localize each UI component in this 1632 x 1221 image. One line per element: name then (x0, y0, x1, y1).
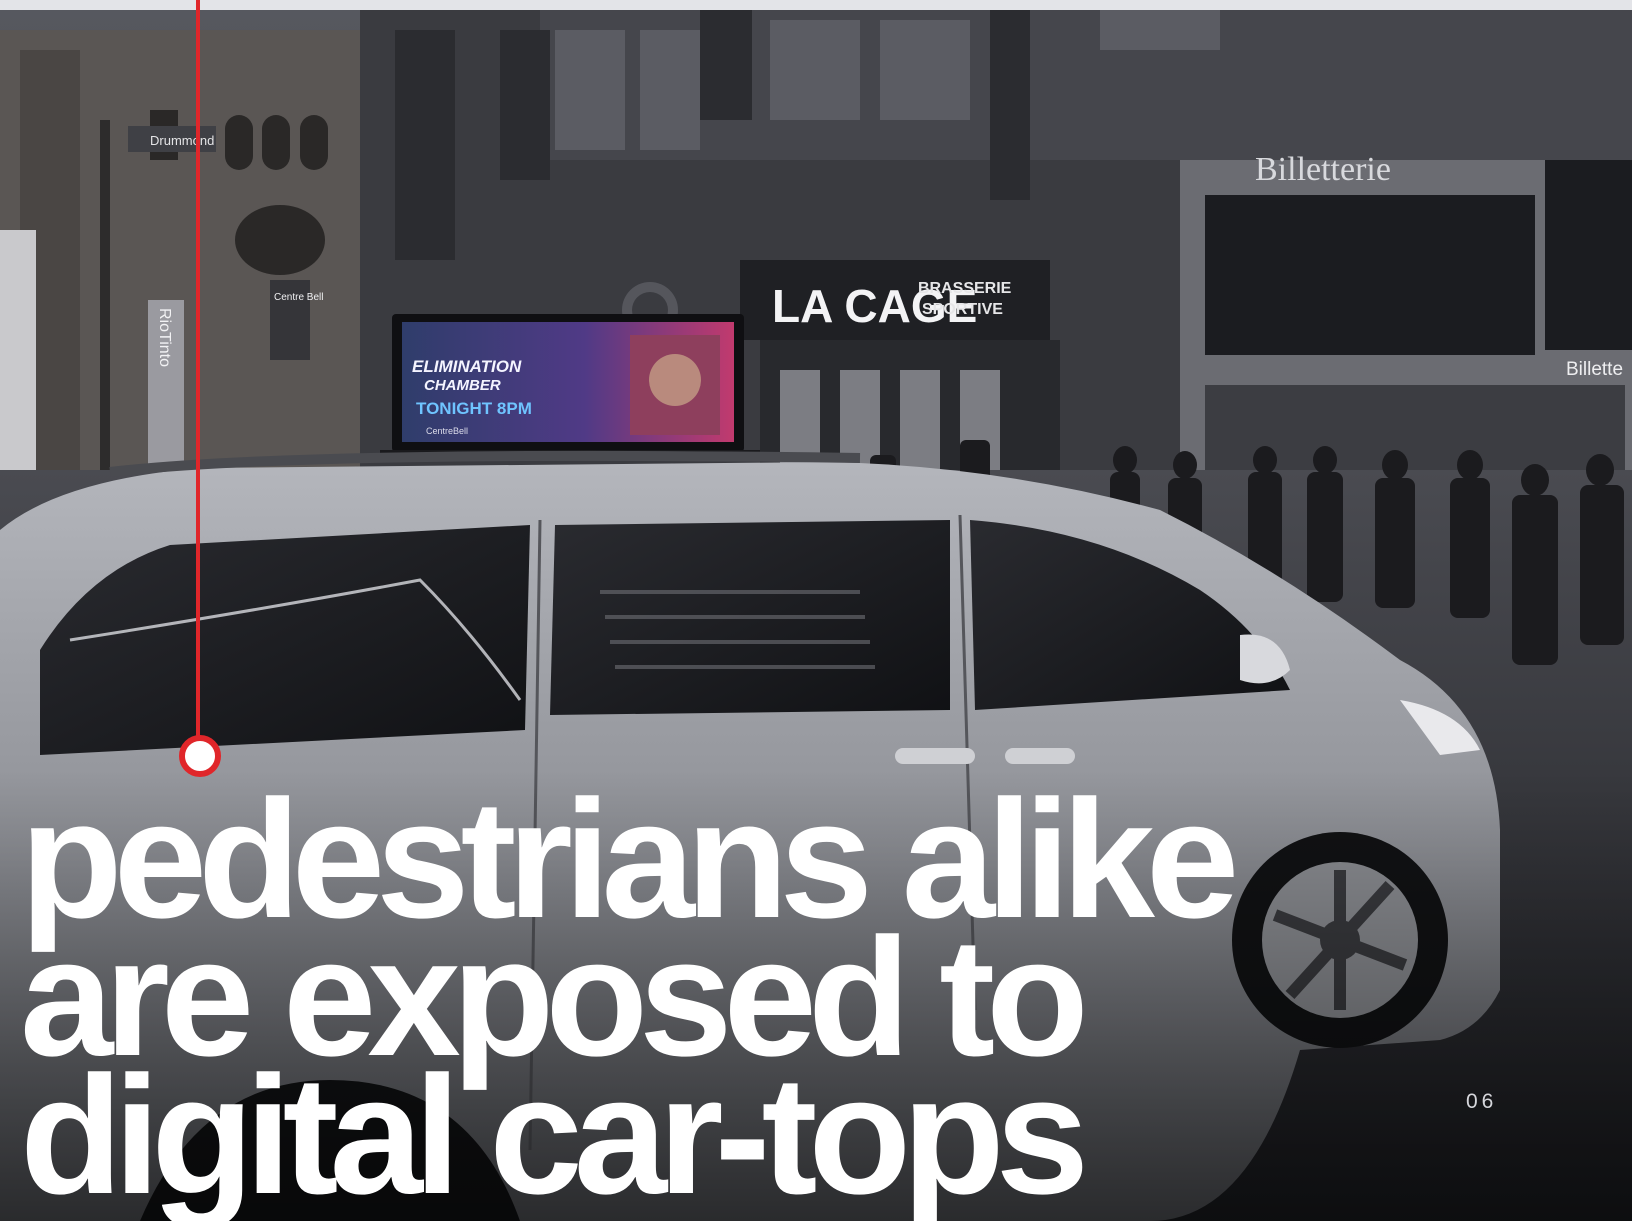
svg-text:Billetterie: Billetterie (1255, 151, 1391, 188)
svg-text:BRASSERIE: BRASSERIE (918, 280, 1012, 297)
top-strip (0, 0, 1632, 10)
callout-line (196, 0, 200, 740)
svg-text:CHAMBER: CHAMBER (424, 377, 501, 394)
svg-text:Centre Bell: Centre Bell (274, 292, 323, 303)
headline: pedestrians alike are exposed to digital… (20, 775, 1239, 1221)
svg-text:SPORTIVE: SPORTIVE (922, 301, 1003, 318)
svg-text:RioTinto: RioTinto (156, 308, 173, 367)
headline-line-3: digital car-tops (20, 1041, 1089, 1221)
svg-text:Billette: Billette (1566, 359, 1623, 380)
svg-text:Drummond: Drummond (150, 133, 214, 148)
slide: Drummond RioTinto Centre Bell LA CAGE BR… (0, 0, 1632, 1221)
page-number: 06 (1466, 1090, 1498, 1113)
svg-text:CentreBell: CentreBell (426, 426, 468, 436)
svg-text:TONIGHT 8PM: TONIGHT 8PM (416, 399, 532, 418)
svg-text:ELIMINATION: ELIMINATION (412, 357, 522, 376)
